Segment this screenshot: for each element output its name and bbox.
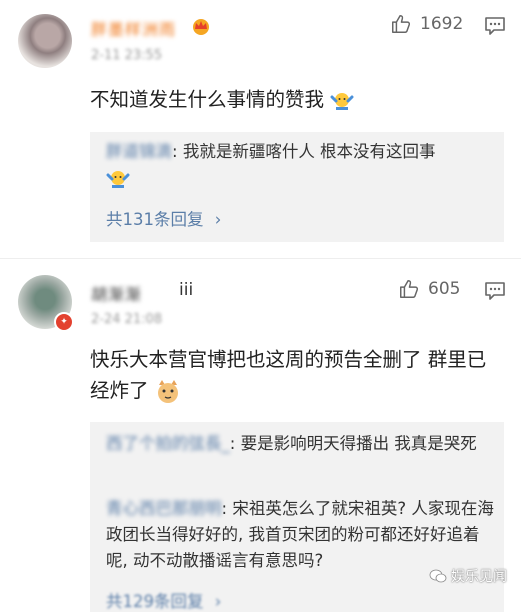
like-button[interactable]: 605 [398, 278, 460, 300]
comment-item: 胖墨样洲雨 2-11 23:55 1692 不知道发生什么事情的赞我 胖道锦滴:… [0, 0, 521, 255]
avatar[interactable] [18, 14, 72, 68]
shrug-emoji-icon [330, 92, 354, 110]
reply-text: 我就是新疆喀什人 根本没有这回事 [182, 142, 436, 161]
timestamp: 2-11 23:55 [91, 48, 163, 63]
watermark: 娱乐见闻 [429, 566, 507, 586]
reply-comment-icon[interactable] [484, 16, 506, 36]
like-count: 605 [428, 279, 461, 299]
reply-item: 西了个拍的弦長_: 要是影响明天得播出 我真是哭死 [106, 434, 477, 453]
username[interactable]: 胡渐渐 [91, 281, 142, 305]
username[interactable]: 胖墨样洲雨 [91, 16, 176, 40]
divider [0, 258, 521, 259]
thumbs-up-icon [400, 280, 419, 298]
cat-emoji-icon [157, 379, 178, 403]
reply-text: 要是影响明天得播出 我真是哭死 [240, 434, 477, 453]
like-button[interactable]: 1692 [390, 13, 463, 35]
reply-username[interactable]: 西了个拍的弦長_ [106, 434, 230, 453]
crown-badge-icon [193, 19, 209, 35]
reply-username[interactable]: 青心西巴那朋明 [106, 499, 222, 518]
shrug-emoji-icon [106, 170, 130, 188]
reply-comment-icon[interactable] [484, 281, 506, 301]
reply-username[interactable]: 胖道锦滴 [106, 142, 172, 161]
thumbs-up-icon [392, 15, 411, 33]
chevron-right-icon: › [214, 210, 222, 229]
view-replies-link[interactable]: 共131条回复 › [106, 206, 221, 230]
view-replies-link[interactable]: 共129条回复 › [106, 588, 221, 612]
comment-item: ✦ 胡渐渐 iii 2-24 21:08 605 快乐大本营官博把也这周的预告全… [0, 262, 521, 612]
timestamp: 2-24 21:08 [91, 312, 163, 327]
reply-item: 青心西巴那朋明: 宋祖英怎么了就宋祖英? 人家现在海政团长当得好好的, 我首页宋… [106, 499, 494, 570]
comment-text: 不知道发生什么事情的赞我 [90, 84, 500, 115]
wechat-icon [429, 569, 447, 583]
reply-item: 胖道锦滴: 我就是新疆喀什人 根本没有这回事 [106, 139, 494, 191]
comment-text: 快乐大本营官博把也这周的预告全删了 群里已经炸了 [90, 344, 490, 406]
username-suffix: iii [179, 280, 194, 300]
verified-badge-icon: ✦ [54, 312, 74, 332]
chevron-right-icon: › [214, 592, 222, 611]
reply-box: 胖道锦滴: 我就是新疆喀什人 根本没有这回事 共131条回复 › [90, 132, 504, 242]
like-count: 1692 [420, 14, 464, 34]
